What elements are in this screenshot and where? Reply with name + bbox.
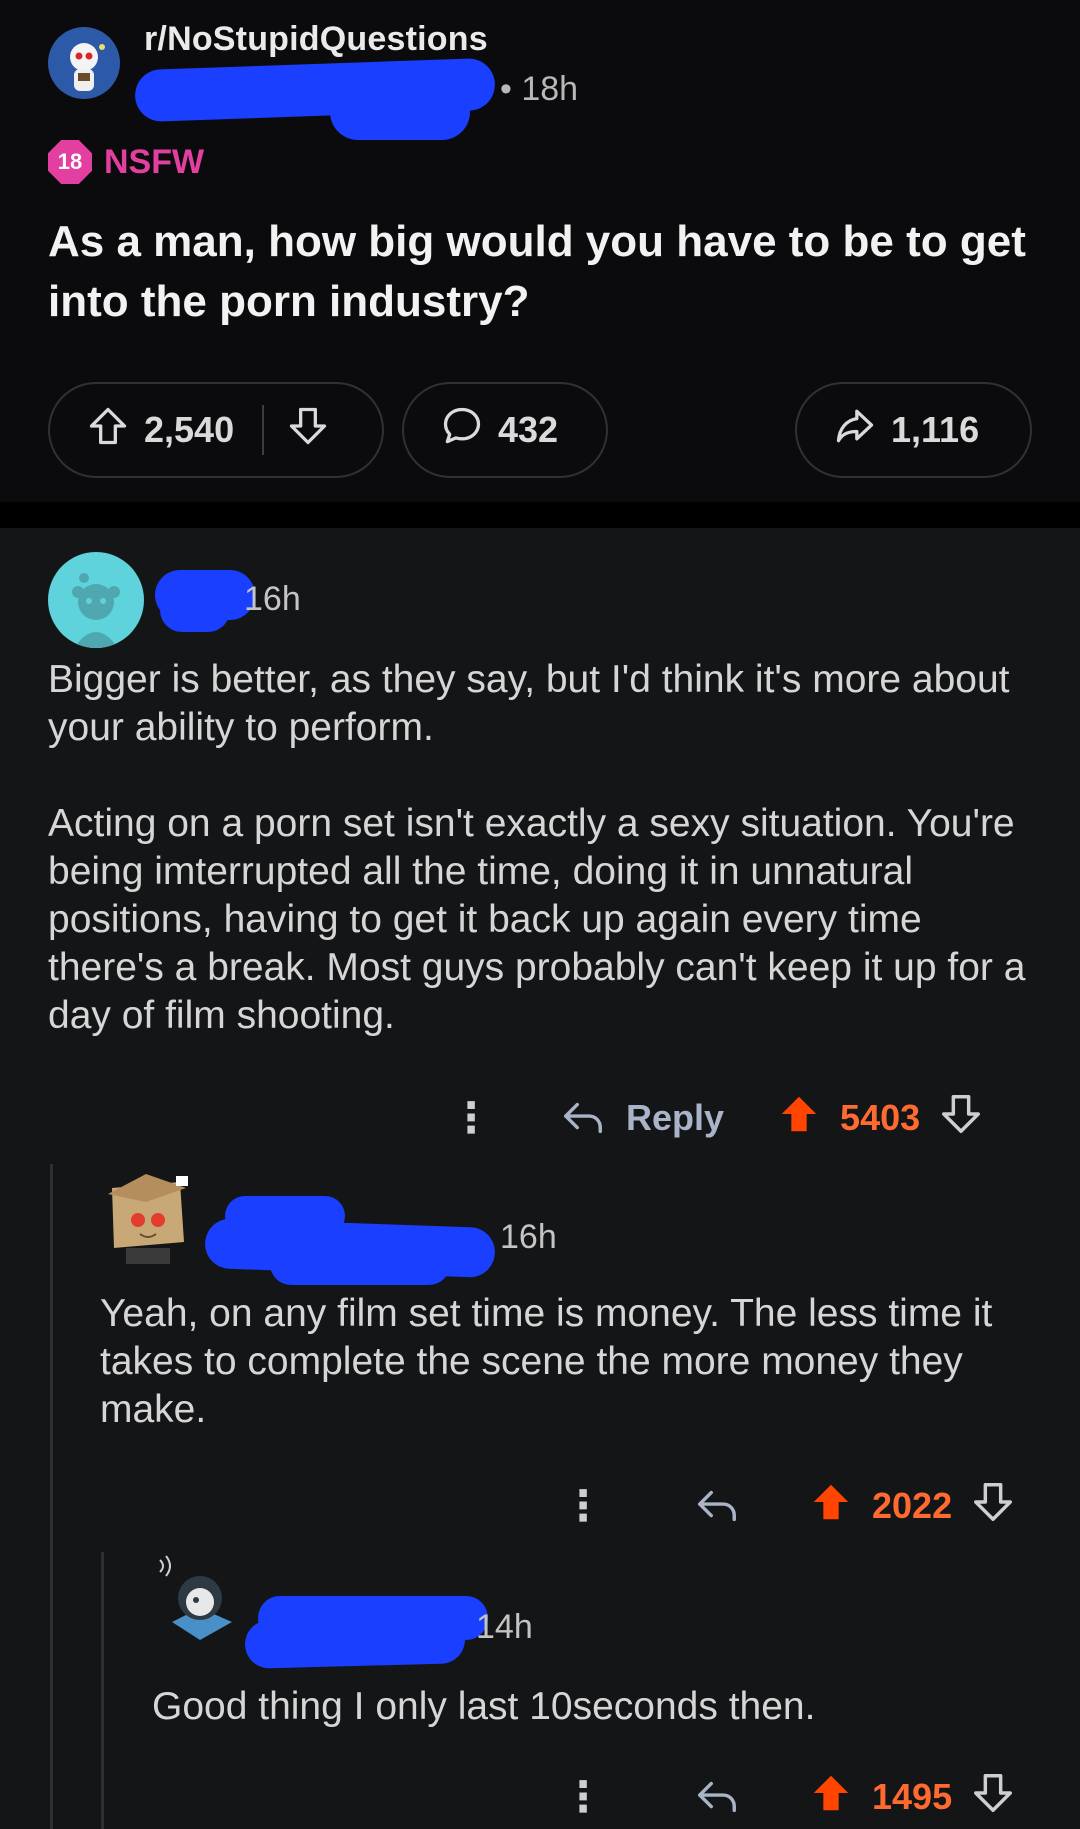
comment-count: 432 xyxy=(498,409,559,450)
comment-actions: ⋮ 2022 xyxy=(562,1471,1022,1541)
comment-time: 16h xyxy=(244,580,301,618)
share-button[interactable]: 1,116 xyxy=(795,382,1032,478)
reply-button[interactable]: Reply xyxy=(560,1095,724,1141)
upvote-icon[interactable] xyxy=(86,404,130,457)
upvote-icon[interactable] xyxy=(776,1091,822,1146)
username-redaction xyxy=(330,84,470,140)
avatar[interactable] xyxy=(48,552,144,648)
vote-divider xyxy=(262,405,265,455)
share-icon xyxy=(833,404,877,457)
downvote-icon[interactable] xyxy=(970,1770,1016,1825)
upvote-icon[interactable] xyxy=(808,1479,854,1534)
avatar[interactable] xyxy=(152,1552,248,1648)
upvote-count: 2,540 xyxy=(144,409,235,450)
downvote-icon[interactable] xyxy=(970,1479,1016,1534)
reply-button[interactable] xyxy=(694,1483,740,1529)
nsfw-label: NSFW xyxy=(104,142,205,181)
comment-actions: ⋮ 1495 xyxy=(562,1762,1022,1829)
share-count: 1,116 xyxy=(891,409,980,450)
comment-body: Yeah, on any film set time is money. The… xyxy=(100,1290,1040,1434)
vote-score: 2022 xyxy=(872,1485,953,1526)
comment-body: Good thing I only last 10seconds then. xyxy=(152,1683,1032,1731)
subreddit-name[interactable]: r/NoStupidQuestions xyxy=(144,20,488,59)
nsfw-badge: 18 xyxy=(48,140,92,184)
reply-icon xyxy=(698,1490,736,1522)
reply-icon xyxy=(698,1781,736,1813)
downvote-icon[interactable] xyxy=(938,1091,984,1146)
thread-line xyxy=(50,1164,53,1829)
post-title[interactable]: As a man, how big would you have to be t… xyxy=(48,212,1038,332)
username-redaction xyxy=(270,1243,450,1285)
reply-button[interactable] xyxy=(694,1774,740,1820)
nsfw-tag: 18 NSFW xyxy=(48,140,204,184)
comment-paragraph: Bigger is better, as they say, but I'd t… xyxy=(48,658,1010,749)
comment-paragraph: Good thing I only last 10seconds then. xyxy=(152,1685,816,1728)
vote-bar: 2,540 xyxy=(48,382,384,478)
downvote-icon[interactable] xyxy=(286,404,330,457)
more-icon[interactable]: ⋮ xyxy=(450,1097,492,1139)
vote-score: 1495 xyxy=(872,1776,953,1817)
more-icon[interactable]: ⋮ xyxy=(562,1776,604,1818)
thread-line xyxy=(101,1552,104,1829)
comment-actions: ⋮ Reply 5403 xyxy=(450,1083,1010,1153)
post-header: r/NoStupidQuestions • 18h 18 NSFW As a m… xyxy=(0,0,1080,502)
post-time: • 18h xyxy=(500,70,579,108)
comment-icon xyxy=(440,404,484,457)
more-icon[interactable]: ⋮ xyxy=(562,1485,604,1527)
vote-score: 5403 xyxy=(840,1097,921,1138)
reply-label: Reply xyxy=(626,1097,725,1138)
comment-time: 14h xyxy=(476,1608,533,1646)
section-divider xyxy=(0,502,1080,528)
username-redaction xyxy=(244,1615,466,1669)
subreddit-avatar[interactable] xyxy=(48,27,120,99)
comments-button[interactable]: 432 xyxy=(402,382,608,478)
comment-paragraph: Yeah, on any film set time is money. The… xyxy=(100,1292,993,1431)
comment-time: 16h xyxy=(500,1218,557,1256)
reply-icon xyxy=(564,1102,602,1134)
upvote-icon[interactable] xyxy=(808,1770,854,1825)
comment-body: Bigger is better, as they say, but I'd t… xyxy=(48,656,1038,1040)
username-redaction xyxy=(160,588,230,632)
comment-section: 16h Bigger is better, as they say, but I… xyxy=(0,528,1080,1829)
comment-paragraph: Acting on a porn set isn't exactly a sex… xyxy=(48,802,1026,1037)
avatar[interactable] xyxy=(100,1168,196,1264)
